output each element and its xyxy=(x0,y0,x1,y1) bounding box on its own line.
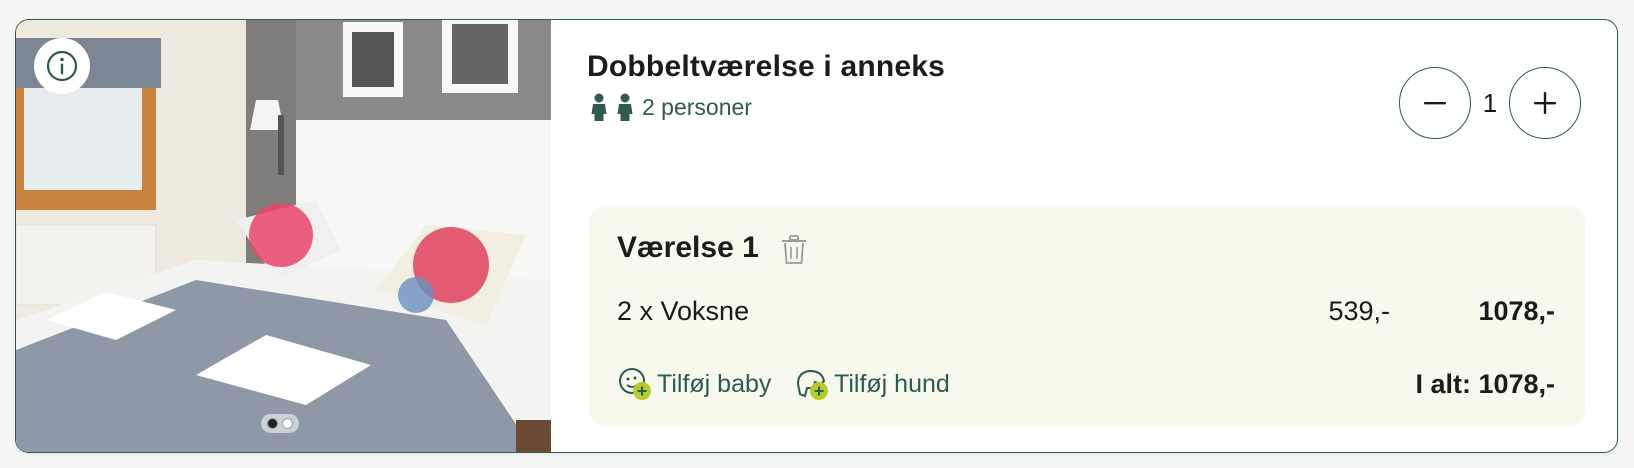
minus-icon xyxy=(1424,102,1446,105)
add-dog-button[interactable]: Tilføj hund xyxy=(794,366,950,402)
grand-total: I alt: 1078,- xyxy=(1415,369,1555,399)
plus-icon xyxy=(1534,92,1556,114)
room-title: Dobbeltværelse i anneks xyxy=(587,50,946,83)
carousel-dot[interactable] xyxy=(268,419,277,428)
trash-icon[interactable] xyxy=(781,235,807,265)
room-card: Dobbeltværelse i anneks 2 personer 1 Vær… xyxy=(15,19,1618,453)
guests-label: 2 personer xyxy=(642,93,752,120)
info-icon xyxy=(46,50,78,82)
baby-add-icon xyxy=(619,368,651,400)
room-selection-panel: Værelse 1 2 x Voksne 539,- 1078,- Tilføj… xyxy=(589,206,1585,426)
quantity-value: 1 xyxy=(1482,87,1498,118)
info-button[interactable] xyxy=(34,38,90,94)
decrease-button[interactable] xyxy=(1399,67,1471,139)
add-baby-button[interactable]: Tilføj baby xyxy=(617,366,771,402)
person-icon xyxy=(591,93,607,121)
add-baby-label: Tilføj baby xyxy=(657,369,772,398)
line-item-total: 1078,- xyxy=(1478,296,1555,326)
room-number-title: Værelse 1 xyxy=(617,231,759,264)
quantity-stepper: 1 xyxy=(1399,67,1581,139)
line-item-unit-price: 539,- xyxy=(1328,296,1390,326)
carousel-dot[interactable] xyxy=(283,419,292,428)
increase-button[interactable] xyxy=(1509,67,1581,139)
line-item-label: 2 x Voksne xyxy=(617,296,750,326)
room-photo[interactable] xyxy=(16,20,551,452)
room-image xyxy=(16,20,551,452)
dog-add-icon xyxy=(796,369,828,400)
person-icon xyxy=(617,93,633,121)
add-dog-label: Tilføj hund xyxy=(834,369,950,398)
guest-capacity: 2 personer xyxy=(588,92,752,122)
carousel-indicator xyxy=(261,414,299,433)
